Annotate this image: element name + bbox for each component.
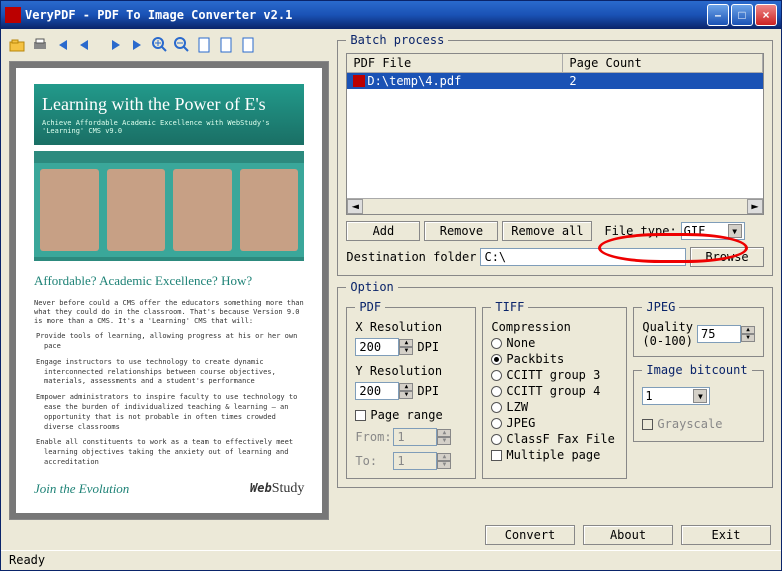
option-legend: Option — [346, 280, 397, 294]
first-page-icon[interactable] — [53, 36, 71, 54]
grayscale-check: Grayscale — [642, 417, 755, 431]
open-icon[interactable] — [9, 36, 27, 54]
chevron-down-icon[interactable]: ▼ — [728, 224, 742, 238]
status-bar: Ready — [1, 550, 781, 570]
add-button[interactable]: Add — [346, 221, 420, 241]
scroll-right-icon[interactable]: ► — [747, 199, 763, 214]
join-tagline: Join the Evolution — [34, 481, 129, 497]
body-text: Never before could a CMS offer the educa… — [34, 299, 304, 326]
batch-process-group: Batch process PDF File Page Count D:\tem… — [337, 33, 773, 276]
xres-input[interactable]: 200▲▼ — [355, 338, 413, 356]
doc2-icon[interactable] — [217, 36, 235, 54]
radio-packbits[interactable]: Packbits — [491, 352, 618, 366]
option-group: Option PDF X Resolution 200▲▼ DPI Y Reso… — [337, 280, 773, 488]
hero-title: Learning with the Power of E's — [42, 94, 296, 115]
page-preview: Learning with the Power of E's Achieve A… — [16, 68, 322, 513]
toolbar — [9, 33, 329, 57]
hero-subtitle: Achieve Affordable Academic Excellence w… — [42, 119, 296, 135]
chevron-down-icon[interactable]: ▼ — [693, 389, 707, 403]
radio-ccitt4[interactable]: CCITT group 4 — [491, 384, 618, 398]
to-input: 1▲▼ — [393, 452, 451, 470]
multipage-check[interactable]: Multiple page — [491, 448, 618, 462]
doc1-icon[interactable] — [195, 36, 213, 54]
webstudy-logo: WebStudy — [250, 481, 304, 497]
bitcount-select[interactable]: 1 ▼ — [642, 387, 710, 405]
file-table[interactable]: PDF File Page Count D:\temp\4.pdf 2 ◄ ► — [346, 53, 764, 215]
tiff-group: TIFF Compression None Packbits CCITT gro… — [482, 300, 627, 479]
print-icon[interactable] — [31, 36, 49, 54]
destfolder-label: Destination folder — [346, 250, 476, 264]
app-window: VeryPDF - PDF To Image Converter v2.1 – … — [0, 0, 782, 571]
compression-label: Compression — [491, 320, 618, 334]
pdf-group: PDF X Resolution 200▲▼ DPI Y Resolution … — [346, 300, 476, 479]
last-page-icon[interactable] — [129, 36, 147, 54]
quality-input[interactable]: 75▲▼ — [697, 325, 755, 343]
pagerange-check[interactable]: Page range — [355, 408, 467, 422]
window-title: VeryPDF - PDF To Image Converter v2.1 — [25, 8, 707, 22]
exit-button[interactable]: Exit — [681, 525, 771, 545]
radio-lzw[interactable]: LZW — [491, 400, 618, 414]
radio-none[interactable]: None — [491, 336, 618, 350]
zoomout-icon[interactable] — [173, 36, 191, 54]
remove-button[interactable]: Remove — [424, 221, 498, 241]
yres-label: Y Resolution — [355, 364, 467, 378]
radio-ccitt3[interactable]: CCITT group 3 — [491, 368, 618, 382]
scroll-left-icon[interactable]: ◄ — [347, 199, 363, 214]
from-input: 1▲▼ — [393, 428, 451, 446]
titlebar[interactable]: VeryPDF - PDF To Image Converter v2.1 – … — [1, 1, 781, 29]
convert-button[interactable]: Convert — [485, 525, 575, 545]
app-icon — [5, 7, 21, 23]
jpeg-group: JPEG Quality (0-100) 75▲▼ — [633, 300, 764, 357]
minimize-button[interactable]: – — [707, 4, 729, 26]
radio-jpeg[interactable]: JPEG — [491, 416, 618, 430]
maximize-button[interactable]: □ — [731, 4, 753, 26]
next-page-icon[interactable] — [107, 36, 125, 54]
zoomin-icon[interactable] — [151, 36, 169, 54]
hscrollbar[interactable]: ◄ ► — [347, 198, 763, 214]
filetype-select[interactable]: GIF ▼ — [681, 222, 745, 240]
browse-button[interactable]: Browse — [690, 247, 764, 267]
preview-area: Learning with the Power of E's Achieve A… — [9, 61, 329, 520]
col-pdf-file[interactable]: PDF File — [347, 54, 563, 72]
section-heading: Affordable? Academic Excellence? How? — [34, 273, 304, 289]
destfolder-input[interactable]: C:\ — [480, 248, 686, 266]
yres-input[interactable]: 200▲▼ — [355, 382, 413, 400]
about-button[interactable]: About — [583, 525, 673, 545]
radio-classf[interactable]: ClassF Fax File — [491, 432, 618, 446]
prev-page-icon[interactable] — [75, 36, 93, 54]
xres-label: X Resolution — [355, 320, 467, 334]
filetype-label: File type: — [604, 224, 676, 238]
table-row[interactable]: D:\temp\4.pdf 2 — [347, 73, 763, 89]
bitcount-group: Image bitcount 1 ▼ Grayscale — [633, 363, 764, 442]
pdf-icon — [353, 75, 365, 87]
close-button[interactable]: × — [755, 4, 777, 26]
col-page-count[interactable]: Page Count — [563, 54, 763, 72]
batch-legend: Batch process — [346, 33, 448, 47]
doc3-icon[interactable] — [239, 36, 257, 54]
removeall-button[interactable]: Remove all — [502, 221, 592, 241]
